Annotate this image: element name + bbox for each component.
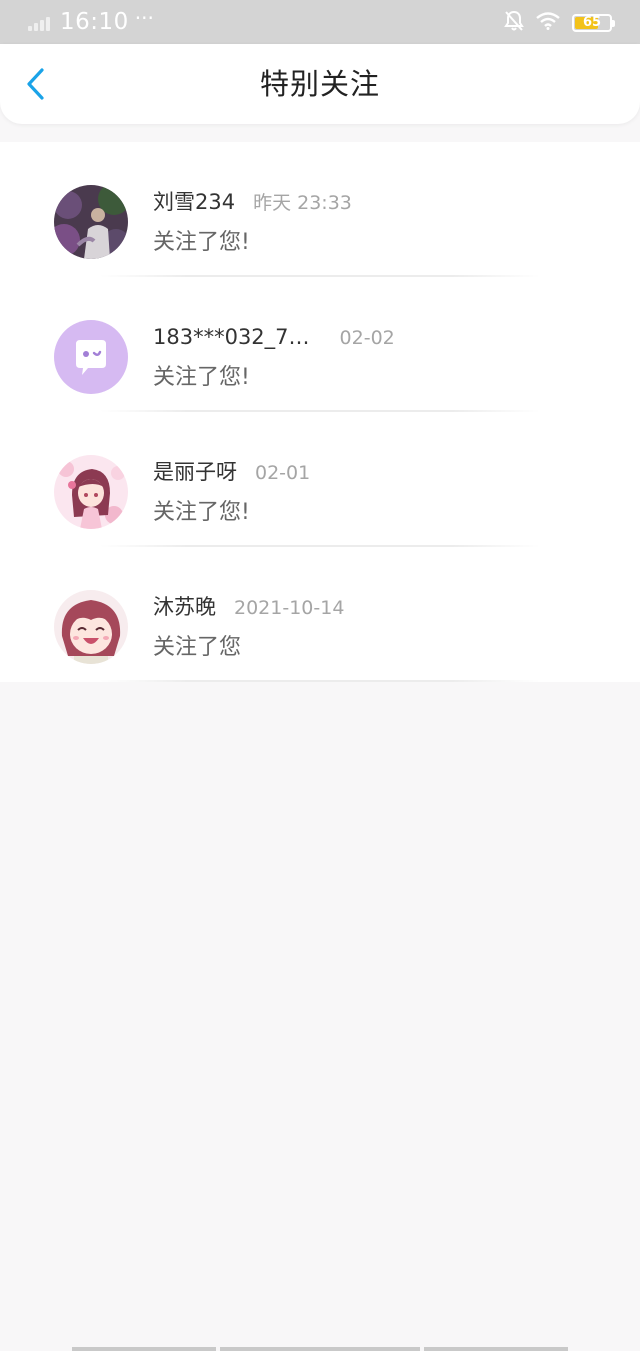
username: 183***032_7… bbox=[153, 325, 310, 349]
status-right: 65 bbox=[504, 10, 615, 36]
list-item[interactable]: 沐苏晚 2021-10-14 关注了您 bbox=[0, 547, 640, 682]
name-row: 刘雪234 昨天 23:33 bbox=[153, 188, 352, 217]
more-dots: ··· bbox=[134, 6, 154, 30]
signal-icon bbox=[28, 13, 52, 31]
battery-icon: 65 bbox=[572, 14, 615, 32]
timestamp: 02-02 bbox=[339, 327, 395, 349]
follow-list: 刘雪234 昨天 23:33 关注了您! 183***032_7… 02-02 … bbox=[0, 142, 640, 682]
status-left: 16:10 ··· bbox=[28, 8, 154, 36]
message: 关注了您 bbox=[153, 635, 242, 660]
list-item[interactable]: 是丽子呀 02-01 关注了您! bbox=[0, 412, 640, 547]
status-bar: 16:10 ··· 65 bbox=[0, 0, 640, 44]
page-title: 特别关注 bbox=[259, 67, 380, 101]
wifi-icon bbox=[536, 12, 560, 34]
battery-level: 65 bbox=[582, 15, 602, 30]
divider bbox=[100, 680, 540, 682]
avatar[interactable] bbox=[54, 455, 128, 529]
status-time: 16:10 bbox=[60, 9, 129, 35]
username: 刘雪234 bbox=[153, 190, 236, 214]
chat-bubble-avatar-icon bbox=[54, 320, 128, 394]
name-row: 沐苏晚 2021-10-14 bbox=[153, 593, 344, 622]
message: 关注了您! bbox=[153, 500, 250, 525]
home-indicator bbox=[0, 1347, 640, 1351]
list-item[interactable]: 183***032_7… 02-02 关注了您! bbox=[0, 277, 640, 412]
name-row: 183***032_7… 02-02 bbox=[153, 323, 395, 352]
battery-tip bbox=[612, 20, 615, 27]
timestamp: 02-01 bbox=[255, 462, 311, 484]
nav-bar: 特别关注 bbox=[0, 44, 640, 124]
anime-smile-avatar-icon bbox=[54, 590, 128, 664]
name-row: 是丽子呀 02-01 bbox=[153, 458, 310, 487]
message: 关注了您! bbox=[153, 230, 250, 255]
avatar[interactable] bbox=[54, 590, 128, 664]
bell-off-icon bbox=[504, 10, 524, 36]
username: 是丽子呀 bbox=[153, 460, 237, 484]
timestamp: 昨天 23:33 bbox=[253, 192, 352, 214]
anime-girl-avatar-icon bbox=[54, 455, 128, 529]
avatar[interactable] bbox=[54, 320, 128, 394]
list-item[interactable]: 刘雪234 昨天 23:33 关注了您! bbox=[0, 142, 640, 277]
timestamp: 2021-10-14 bbox=[234, 597, 345, 619]
username: 沐苏晚 bbox=[153, 595, 216, 619]
avatar[interactable] bbox=[54, 185, 128, 259]
message: 关注了您! bbox=[153, 365, 250, 390]
photo-avatar-icon bbox=[54, 185, 128, 259]
